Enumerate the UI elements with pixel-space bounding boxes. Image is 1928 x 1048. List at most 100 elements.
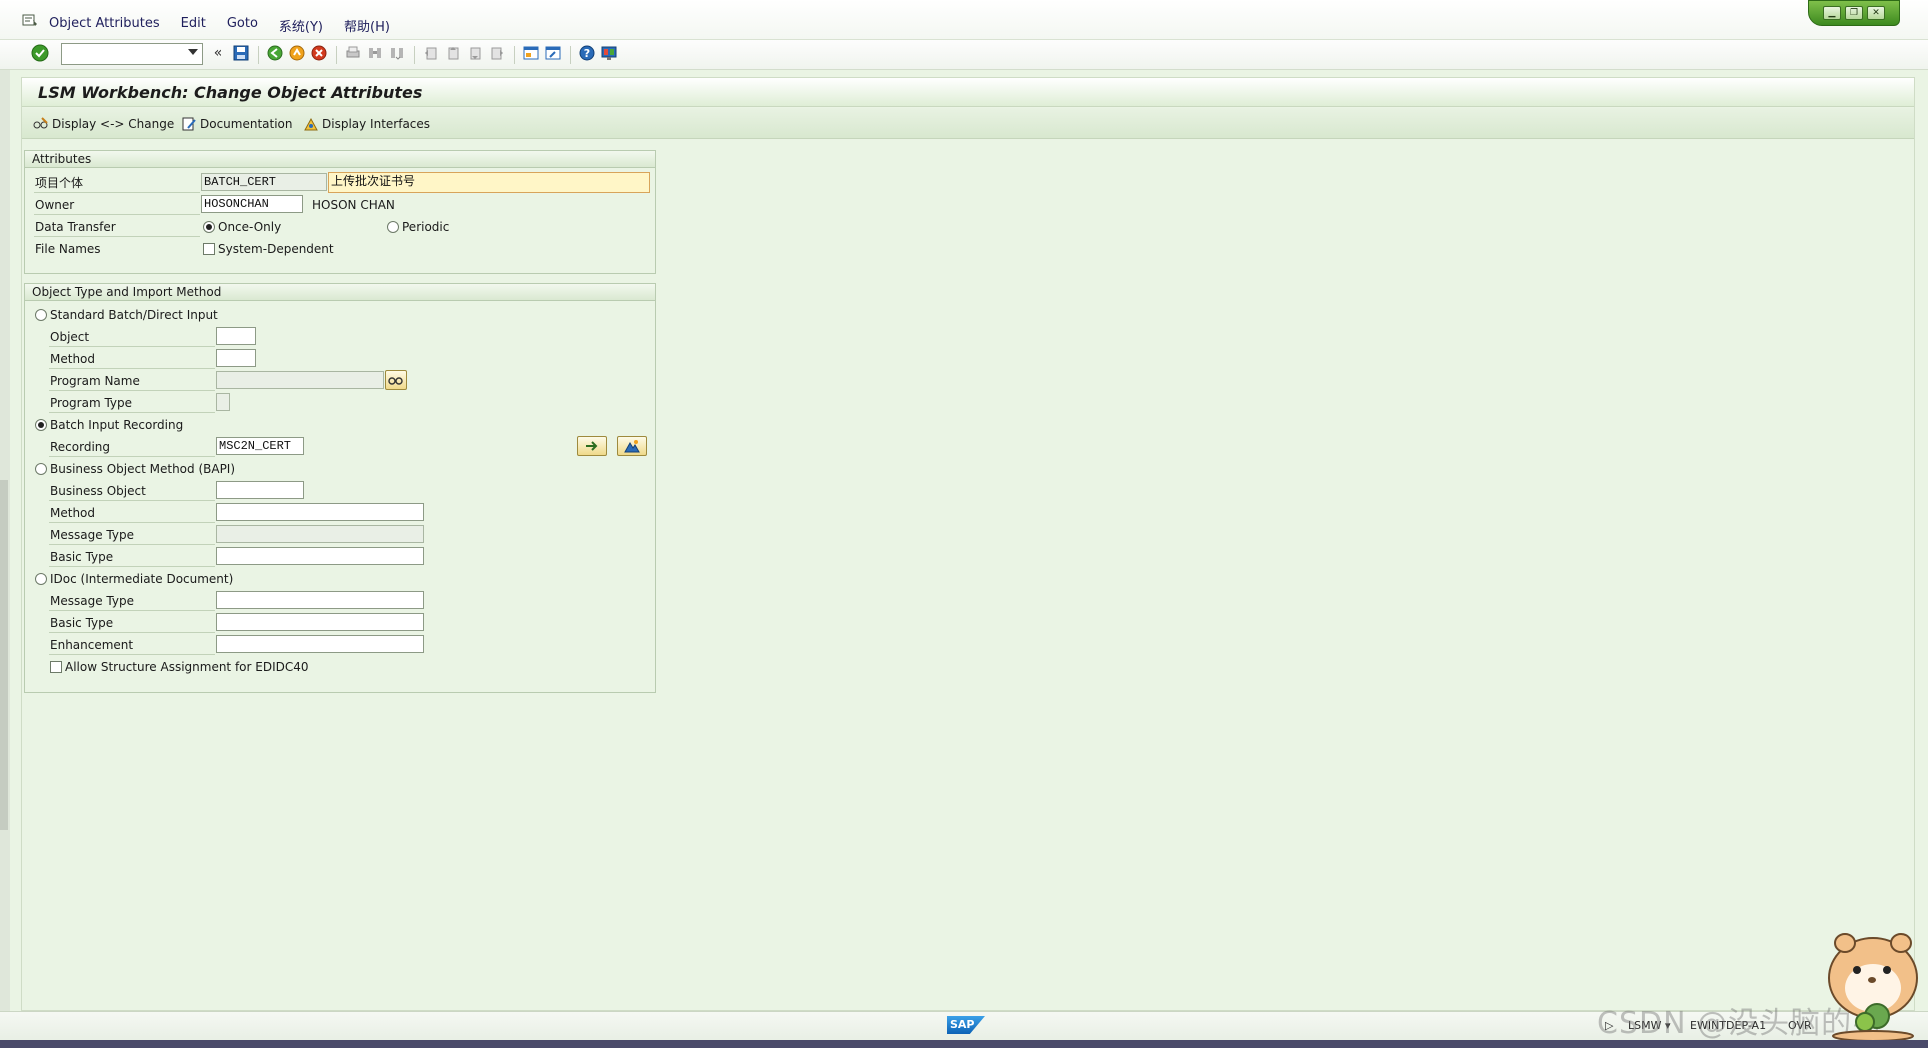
command-field[interactable] <box>61 43 203 65</box>
print-icon[interactable] <box>343 43 363 63</box>
interfaces-icon <box>303 116 319 132</box>
recording-display-button[interactable] <box>617 436 647 456</box>
document-pencil-icon <box>181 116 197 132</box>
chevron-down-icon[interactable] <box>188 49 198 55</box>
batch-input-recording-radio[interactable] <box>35 419 47 431</box>
glasses-pencil-icon <box>33 116 49 132</box>
import-method-group-title: Object Type and Import Method <box>25 284 655 301</box>
system-dependent-label: System-Dependent <box>218 242 334 256</box>
data-transfer-label: Data Transfer <box>35 220 116 234</box>
owner-name: HOSON CHAN <box>312 198 395 212</box>
menu-edit[interactable]: Edit <box>181 16 206 35</box>
application-toolbar: Display <-> Change Documentation Display… <box>22 108 1914 139</box>
next-page-icon[interactable] <box>465 43 485 63</box>
object-label: Object <box>50 330 90 344</box>
program-type-label: Program Type <box>50 396 133 410</box>
file-names-label: File Names <box>35 242 101 256</box>
once-only-label: Once-Only <box>218 220 282 234</box>
last-page-icon[interactable] <box>487 43 507 63</box>
page-title: LSM Workbench: Change Object Attributes <box>38 83 423 102</box>
display-interfaces-label: Display Interfaces <box>322 117 431 131</box>
glasses-icon <box>388 377 403 385</box>
idoc-label: IDoc (Intermediate Document) <box>50 572 234 586</box>
display-interfaces-button[interactable]: Display Interfaces <box>303 115 430 133</box>
method-field[interactable] <box>216 349 256 367</box>
maximize-icon[interactable]: ❐ <box>1845 6 1863 20</box>
menu-system[interactable]: 系统(Y) <box>279 16 323 35</box>
program-name-label: Program Name <box>50 374 140 388</box>
value-help-button[interactable] <box>385 370 407 390</box>
window-controls: ▁ ❐ ✕ <box>1808 0 1900 26</box>
shortcut-icon[interactable] <box>543 43 563 63</box>
command-input[interactable] <box>62 44 180 64</box>
item-field: BATCH_CERT <box>201 173 327 191</box>
double-chevron-left-icon[interactable]: « <box>208 43 228 63</box>
save-icon[interactable] <box>231 43 251 63</box>
cancel-icon[interactable] <box>309 43 329 63</box>
bapi-method-field[interactable] <box>216 503 424 521</box>
enhancement-label: Enhancement <box>50 638 134 652</box>
find-next-icon[interactable] <box>387 43 407 63</box>
customize-layout-icon[interactable] <box>599 43 619 63</box>
mountain-icon <box>624 440 640 453</box>
bapi-radio[interactable] <box>35 463 47 475</box>
once-only-radio[interactable] <box>203 221 215 233</box>
recording-field[interactable]: MSC2N_CERT <box>216 437 304 455</box>
new-session-icon[interactable] <box>521 43 541 63</box>
svg-text:?: ? <box>584 47 590 60</box>
standard-batch-label: Standard Batch/Direct Input <box>50 308 218 322</box>
periodic-label: Periodic <box>402 220 450 234</box>
exit-icon[interactable] <box>287 43 307 63</box>
idoc-message-type-label: Message Type <box>50 594 134 608</box>
system-dependent-checkbox[interactable] <box>203 243 215 255</box>
help-icon[interactable]: ? <box>577 43 597 63</box>
method-label: Method <box>50 352 96 366</box>
toolbar-separator <box>514 46 515 64</box>
minimize-icon[interactable]: ▁ <box>1823 6 1841 20</box>
enter-icon[interactable] <box>30 43 50 63</box>
documentation-button[interactable]: Documentation <box>181 115 293 133</box>
object-field[interactable] <box>216 327 256 345</box>
item-label: 项目个体 <box>35 176 84 190</box>
hamster-mascot-image <box>1815 918 1927 1042</box>
batch-input-recording-label: Batch Input Recording <box>50 418 184 432</box>
menu-object-attributes[interactable]: Object Attributes <box>49 16 160 35</box>
allow-structure-checkbox[interactable] <box>50 661 62 673</box>
recording-label: Recording <box>50 440 111 454</box>
bapi-basic-type-field[interactable] <box>216 547 424 565</box>
back-icon[interactable] <box>265 43 285 63</box>
bapi-method-label: Method <box>50 506 96 520</box>
bapi-message-type-field <box>216 525 424 543</box>
documentation-label: Documentation <box>200 117 293 131</box>
bapi-label: Business Object Method (BAPI) <box>50 462 236 476</box>
recording-overview-button[interactable] <box>577 436 607 456</box>
standard-batch-radio[interactable] <box>35 309 47 321</box>
find-icon[interactable] <box>365 43 385 63</box>
arrow-right-icon <box>586 441 598 451</box>
menu-goto[interactable]: Goto <box>227 16 258 35</box>
periodic-radio[interactable] <box>387 221 399 233</box>
toolbar-separator <box>258 46 259 64</box>
business-object-field[interactable] <box>216 481 304 499</box>
attributes-group-title: Attributes <box>25 151 655 168</box>
idoc-message-type-field[interactable] <box>216 591 424 609</box>
menu-icon[interactable] <box>22 14 38 28</box>
first-page-icon[interactable] <box>421 43 441 63</box>
owner-field[interactable]: HOSONCHAN <box>201 195 303 213</box>
menu-help[interactable]: 帮助(H) <box>344 16 390 35</box>
idoc-basic-type-field[interactable] <box>216 613 424 631</box>
toolbar-separator <box>570 46 571 64</box>
bapi-basic-type-label: Basic Type <box>50 550 114 564</box>
close-icon[interactable]: ✕ <box>1867 6 1885 20</box>
idoc-radio[interactable] <box>35 573 47 585</box>
item-description-field[interactable]: 上传批次证书号 <box>328 172 650 193</box>
enhancement-field[interactable] <box>216 635 424 653</box>
allow-structure-label: Allow Structure Assignment for EDIDC40 <box>65 660 309 674</box>
page-title-bar: LSM Workbench: Change Object Attributes <box>22 78 1914 107</box>
display-change-button[interactable]: Display <-> Change <box>33 115 174 133</box>
display-change-label: Display <-> Change <box>52 117 175 131</box>
bapi-message-type-label: Message Type <box>50 528 134 542</box>
left-scrollbar[interactable] <box>0 480 8 830</box>
idoc-basic-type-label: Basic Type <box>50 616 114 630</box>
previous-page-icon[interactable] <box>443 43 463 63</box>
